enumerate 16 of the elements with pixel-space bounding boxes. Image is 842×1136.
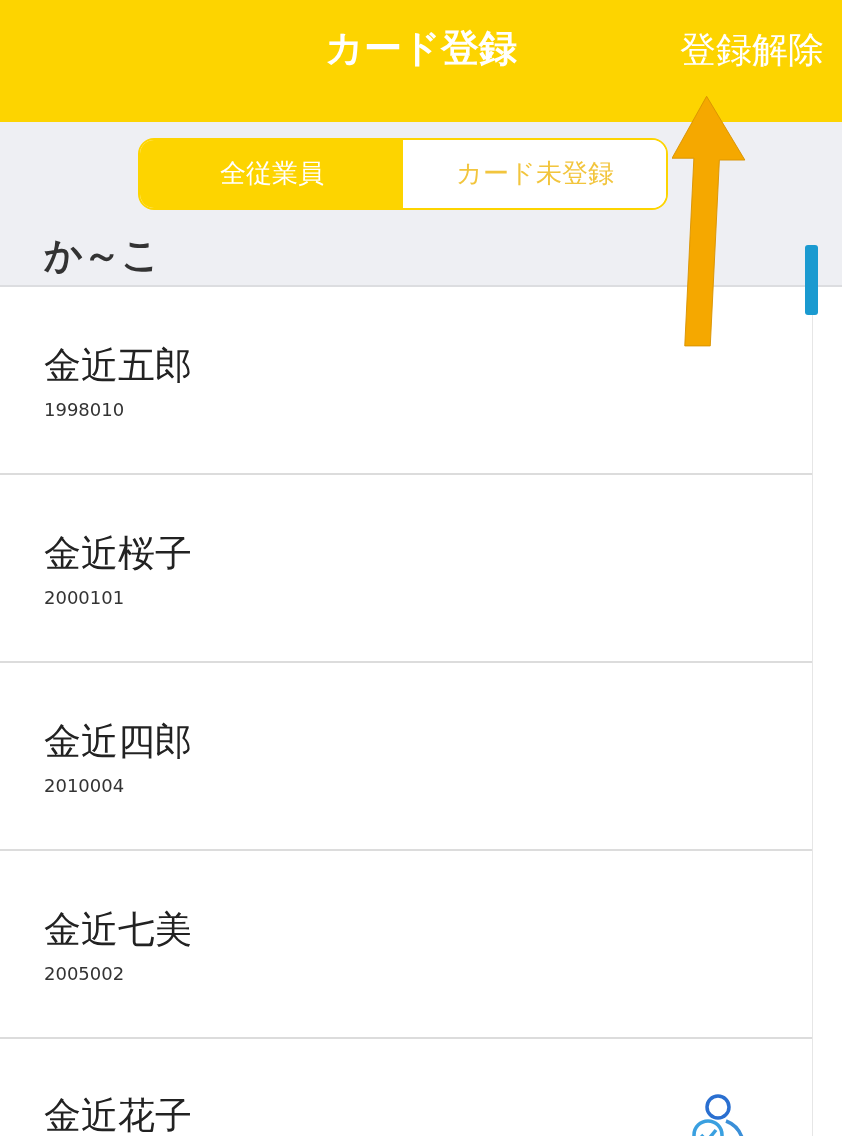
employee-name: 金近桜子 [44, 530, 192, 577]
employee-name: 金近七美 [44, 906, 192, 953]
employee-id: 2005002 [44, 962, 126, 984]
screen-title: カード登録 [325, 24, 517, 72]
section-title: か～こ [44, 231, 160, 279]
employee-name: 金近四郎 [44, 718, 192, 765]
employee-id: 2000101 [44, 586, 126, 608]
employee-id: 1998010 [44, 398, 126, 420]
employee-name: 金近花子 [44, 1093, 192, 1136]
employee-row[interactable]: 金近花子 [0, 1039, 812, 1136]
employee-id: 2010004 [44, 774, 126, 796]
employee-row[interactable]: 金近四郎 2010004 [0, 663, 812, 851]
scrollbar-thumb[interactable] [805, 245, 818, 315]
employee-name: 金近五郎 [44, 342, 192, 389]
employee-row[interactable]: 金近桜子 2000101 [0, 475, 812, 663]
employee-row[interactable]: 金近七美 2005002 [0, 851, 812, 1039]
